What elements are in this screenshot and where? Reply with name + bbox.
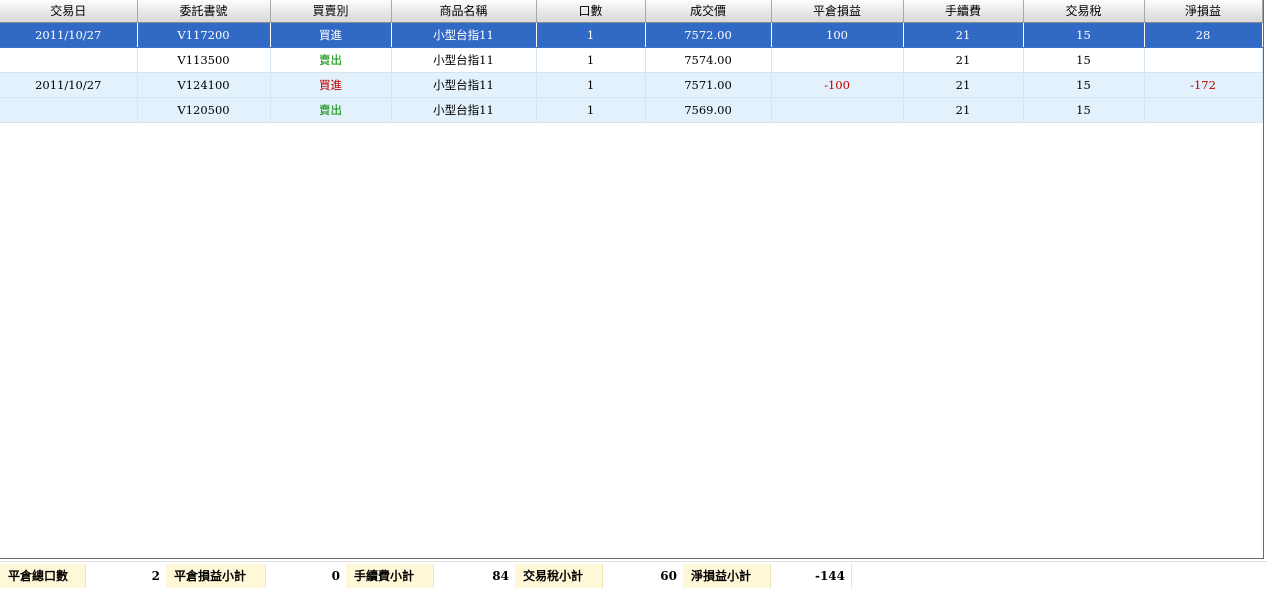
summary-pnl-subtotal-value: 0 xyxy=(266,564,346,588)
cell-fee: 21 xyxy=(903,97,1024,123)
summary-fee-subtotal-label: 手續費小計 xyxy=(346,564,434,588)
summary-total-lots-value: 2 xyxy=(86,564,166,588)
cell-qty: 1 xyxy=(536,47,646,73)
col-header-net-pnl[interactable]: 淨損益 xyxy=(1144,0,1263,23)
cell-price: 7572.00 xyxy=(645,22,772,48)
col-header-fee[interactable]: 手續費 xyxy=(903,0,1024,23)
col-header-trade-date[interactable]: 交易日 xyxy=(0,0,138,23)
col-header-order-no[interactable]: 委託書號 xyxy=(137,0,271,23)
cell-qty: 1 xyxy=(536,97,646,123)
summary-pnl-subtotal-label: 平倉損益小計 xyxy=(166,564,266,588)
cell-order-no: V113500 xyxy=(137,47,271,73)
cell-qty: 1 xyxy=(536,72,646,98)
summary-fee-subtotal-value: 84 xyxy=(434,564,515,588)
cell-product: 小型台指11 xyxy=(391,47,537,73)
cell-product: 小型台指11 xyxy=(391,72,537,98)
cell-tax: 15 xyxy=(1023,97,1145,123)
summary-net-subtotal-label: 淨損益小計 xyxy=(683,564,771,588)
table-row[interactable]: 2011/10/27 V117200 買進 小型台指11 1 7572.00 1… xyxy=(0,22,1263,48)
summary-tax-subtotal-value: 60 xyxy=(603,564,683,588)
cell-tax: 15 xyxy=(1023,22,1145,48)
trade-grid[interactable]: 交易日 委託書號 買賣別 商品名稱 口數 成交價 平倉損益 手續費 交易稅 淨損… xyxy=(0,0,1264,559)
cell-price: 7571.00 xyxy=(645,72,772,98)
cell-qty: 1 xyxy=(536,22,646,48)
cell-order-no: V120500 xyxy=(137,97,271,123)
cell-fee: 21 xyxy=(903,47,1024,73)
cell-net-pnl xyxy=(1144,97,1263,123)
summary-filler xyxy=(851,564,1267,588)
cell-close-pnl xyxy=(771,97,904,123)
cell-side: 買進 xyxy=(270,72,392,98)
cell-trade-date xyxy=(0,97,138,123)
cell-fee: 21 xyxy=(903,22,1024,48)
cell-price: 7574.00 xyxy=(645,47,772,73)
cell-fee: 21 xyxy=(903,72,1024,98)
cell-net-pnl: 28 xyxy=(1144,22,1263,48)
col-header-qty[interactable]: 口數 xyxy=(536,0,646,23)
table-row[interactable]: V113500 賣出 小型台指11 1 7574.00 21 15 xyxy=(0,47,1263,73)
table-row[interactable]: V120500 賣出 小型台指11 1 7569.00 21 15 xyxy=(0,97,1263,123)
cell-close-pnl: 100 xyxy=(771,22,904,48)
col-header-close-pnl[interactable]: 平倉損益 xyxy=(771,0,904,23)
col-header-side[interactable]: 買賣別 xyxy=(270,0,392,23)
cell-order-no: V117200 xyxy=(137,22,271,48)
cell-tax: 15 xyxy=(1023,47,1145,73)
cell-net-pnl: -172 xyxy=(1144,72,1263,98)
col-header-tax[interactable]: 交易稅 xyxy=(1023,0,1145,23)
cell-product: 小型台指11 xyxy=(391,97,537,123)
trade-table: 交易日 委託書號 買賣別 商品名稱 口數 成交價 平倉損益 手續費 交易稅 淨損… xyxy=(0,0,1263,123)
summary-bar: 平倉總口數 2 平倉損益小計 0 手續費小計 84 交易稅小計 60 淨損益小計… xyxy=(0,561,1267,588)
summary-net-subtotal-value: -144 xyxy=(771,564,851,588)
cell-net-pnl xyxy=(1144,47,1263,73)
cell-trade-date: 2011/10/27 xyxy=(0,22,138,48)
cell-close-pnl: -100 xyxy=(771,72,904,98)
cell-trade-date: 2011/10/27 xyxy=(0,72,138,98)
cell-side: 賣出 xyxy=(270,47,392,73)
header-row: 交易日 委託書號 買賣別 商品名稱 口數 成交價 平倉損益 手續費 交易稅 淨損… xyxy=(0,0,1263,23)
cell-trade-date xyxy=(0,47,138,73)
col-header-product[interactable]: 商品名稱 xyxy=(391,0,537,23)
cell-price: 7569.00 xyxy=(645,97,772,123)
col-header-price[interactable]: 成交價 xyxy=(645,0,772,23)
cell-product: 小型台指11 xyxy=(391,22,537,48)
cell-close-pnl xyxy=(771,47,904,73)
cell-side: 買進 xyxy=(270,22,392,48)
summary-tax-subtotal-label: 交易稅小計 xyxy=(515,564,603,588)
table-row[interactable]: 2011/10/27 V124100 買進 小型台指11 1 7571.00 -… xyxy=(0,72,1263,98)
summary-total-lots-label: 平倉總口數 xyxy=(0,564,86,588)
cell-side: 賣出 xyxy=(270,97,392,123)
cell-tax: 15 xyxy=(1023,72,1145,98)
cell-order-no: V124100 xyxy=(137,72,271,98)
